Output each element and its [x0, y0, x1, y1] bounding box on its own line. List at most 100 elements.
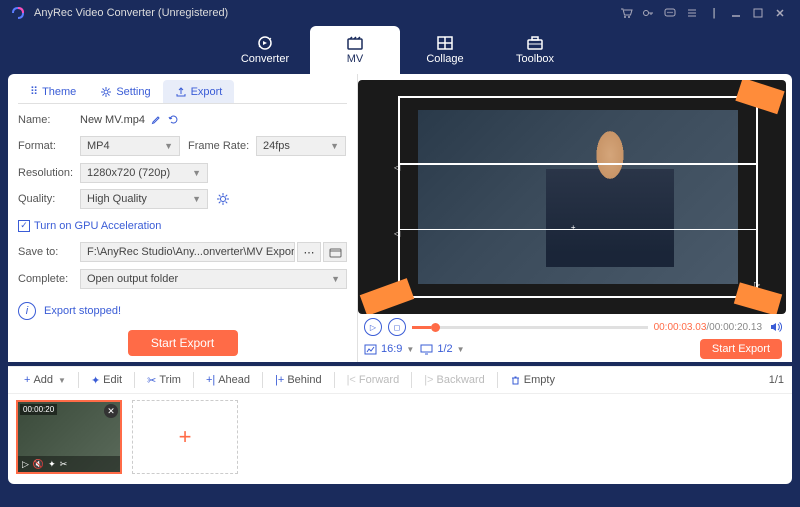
gear-icon [100, 86, 112, 98]
clip-mute-icon[interactable]: 🔇 [33, 459, 44, 470]
add-clip-button[interactable]: + [132, 400, 238, 474]
clip-thumbnail[interactable]: 00:00:20 ✕ ▷ 🔇 ✦ ✂ [16, 400, 122, 474]
remove-clip-icon[interactable]: ✕ [104, 404, 118, 418]
name-label: Name: [18, 114, 80, 126]
nav-label: Collage [426, 53, 463, 65]
complete-label: Complete: [18, 273, 80, 285]
crop-handle-icon[interactable]: ◁ [394, 163, 402, 171]
page-value: 1/2 [437, 343, 452, 355]
clip-cut-icon[interactable]: ✂ [60, 459, 68, 470]
ahead-icon: +| [206, 374, 215, 386]
format-select[interactable]: MP4 ▼ [80, 136, 180, 156]
page-select[interactable]: 1/2 ▼ [420, 343, 464, 355]
tab-setting[interactable]: Setting [88, 80, 162, 103]
chevron-down-icon: ▼ [330, 141, 339, 151]
menu-icon[interactable] [682, 3, 702, 23]
format-value: MP4 [87, 140, 110, 152]
browse-button[interactable]: ⋯ [297, 242, 321, 262]
tab-theme[interactable]: ⠿ Theme [18, 80, 88, 103]
tape-decoration [734, 282, 782, 314]
nav-toolbox[interactable]: Toolbox [490, 26, 580, 74]
btn-label: Trim [159, 374, 181, 386]
tape-decoration [360, 278, 415, 314]
edit-button[interactable]: ✦ Edit [83, 371, 130, 390]
clip-tray: 00:00:20 ✕ ▷ 🔇 ✦ ✂ + [8, 394, 792, 484]
trash-icon [510, 375, 521, 386]
theme-icon: ⠿ [30, 85, 38, 98]
seek-slider[interactable] [412, 326, 648, 329]
wand-icon: ✦ [91, 374, 100, 387]
button-label: Start Export [151, 336, 214, 350]
stop-button[interactable]: ◻ [388, 318, 406, 336]
gpu-checkbox[interactable]: ✓ Turn on GPU Acceleration [18, 220, 161, 232]
empty-button[interactable]: Empty [502, 371, 563, 389]
crop-handle-icon[interactable]: ◁ [394, 229, 402, 237]
tab-export[interactable]: Export [163, 80, 235, 103]
framerate-select[interactable]: 24fps ▼ [256, 136, 346, 156]
nav-collage[interactable]: Collage [400, 26, 490, 74]
nav-label: MV [347, 53, 364, 65]
resolution-select[interactable]: 1280x720 (720p) ▼ [80, 163, 208, 183]
pager: 1/1 [769, 374, 784, 386]
tab-label: Theme [42, 86, 76, 98]
quality-value: High Quality [87, 193, 147, 205]
backward-icon: |> [424, 374, 433, 386]
plus-icon: + [24, 374, 30, 386]
info-icon: i [18, 302, 36, 320]
btn-label: Forward [359, 374, 399, 386]
chevron-down-icon: ▼ [331, 274, 340, 284]
chevron-down-icon: ▼ [58, 376, 66, 385]
aspect-select[interactable]: 16:9 ▼ [364, 343, 414, 355]
start-export-button-right[interactable]: Start Export [700, 339, 782, 359]
volume-icon[interactable] [768, 320, 782, 334]
feedback-icon[interactable] [660, 3, 680, 23]
checkbox-checked-icon: ✓ [18, 220, 30, 232]
nav-converter[interactable]: Converter [220, 26, 310, 74]
scissors-icon: ✂ [147, 374, 156, 387]
reset-name-icon[interactable] [168, 114, 179, 125]
clip-fx-icon[interactable]: ✦ [48, 459, 56, 470]
clip-play-icon[interactable]: ▷ [22, 459, 29, 470]
quality-select[interactable]: High Quality ▼ [80, 189, 208, 209]
quality-settings-icon[interactable] [216, 192, 230, 206]
key-icon[interactable] [638, 3, 658, 23]
open-folder-icon[interactable] [323, 242, 347, 262]
edit-name-icon[interactable] [151, 114, 162, 125]
nav-mv[interactable]: MV [310, 26, 400, 74]
video-preview[interactable]: ◁ ◁ ▷ + [358, 80, 786, 314]
trim-button[interactable]: ✂ Trim [139, 371, 189, 390]
backward-button: |> Backward [416, 371, 493, 389]
clip-toolbar: + Add ▼ ✦ Edit ✂ Trim +| Ahead |+ Behind… [8, 366, 792, 394]
start-export-button[interactable]: Start Export [128, 330, 238, 356]
behind-icon: |+ [275, 374, 284, 386]
chevron-down-icon: ▼ [192, 168, 201, 178]
clip-duration: 00:00:20 [20, 404, 57, 415]
total-time: 00:00:20.13 [709, 322, 762, 333]
resolution-label: Resolution: [18, 167, 80, 179]
framerate-value: 24fps [263, 140, 290, 152]
divider: | [704, 3, 724, 23]
format-label: Format: [18, 140, 80, 152]
crop-center-icon[interactable]: + [571, 223, 579, 231]
minimize-button[interactable] [726, 3, 746, 23]
chevron-down-icon: ▼ [406, 345, 414, 354]
forward-icon: |< [347, 374, 356, 386]
btn-label: Edit [103, 374, 122, 386]
close-button[interactable] [770, 3, 790, 23]
complete-select[interactable]: Open output folder ▼ [80, 269, 347, 289]
titlebar: AnyRec Video Converter (Unregistered) | [0, 0, 800, 26]
add-button[interactable]: + Add ▼ [16, 371, 74, 389]
behind-button[interactable]: |+ Behind [267, 371, 330, 389]
maximize-button[interactable] [748, 3, 768, 23]
play-button[interactable]: ▷ [364, 318, 382, 336]
ahead-button[interactable]: +| Ahead [198, 371, 258, 389]
complete-value: Open output folder [87, 273, 178, 285]
gpu-label: Turn on GPU Acceleration [34, 220, 161, 232]
aspect-icon [364, 344, 377, 355]
status-message: Export stopped! [44, 305, 121, 317]
chevron-down-icon: ▼ [457, 345, 465, 354]
forward-button: |< Forward [339, 371, 408, 389]
saveto-label: Save to: [18, 246, 80, 258]
cart-icon[interactable] [616, 3, 636, 23]
preview-pane: ◁ ◁ ▷ + ▷ ◻ 00:00:03.03/00:00:20.13 16 [358, 74, 792, 362]
